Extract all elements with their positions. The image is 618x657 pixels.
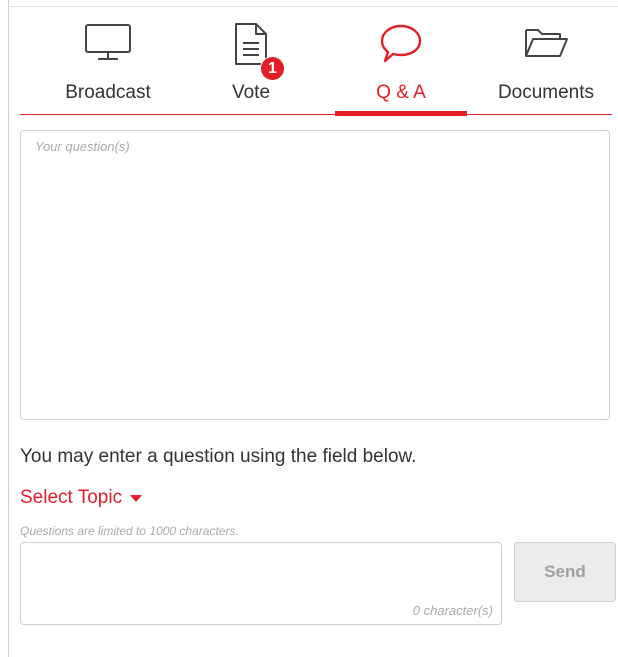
frame-left-border [8,0,9,657]
questions-list-placeholder: Your question(s) [35,139,130,154]
question-instructions: You may enter a question using the field… [20,446,417,467]
tab-vote[interactable]: 1 Vote [185,22,317,116]
speech-bubble-icon [335,22,467,70]
select-topic-dropdown[interactable]: Select Topic [20,487,143,509]
vote-notification-badge: 1 [260,56,285,81]
tab-bar: Broadcast 1 Vote Q & A Documents [20,22,612,118]
frame-top-border [8,6,618,7]
character-limit-note: Questions are limited to 1000 characters… [20,524,239,538]
tab-broadcast-label: Broadcast [65,82,151,103]
tab-documents[interactable]: Documents [480,22,612,116]
select-topic-label: Select Topic [20,487,123,508]
caret-down-icon [130,494,143,502]
folder-icon [480,22,612,70]
monitor-icon [42,22,174,70]
questions-list[interactable]: Your question(s) [20,130,610,420]
tab-vote-label: Vote [231,82,271,103]
question-input[interactable]: 0 character(s) [20,542,502,625]
document-icon [185,22,317,70]
tab-broadcast[interactable]: Broadcast [42,22,174,116]
tab-qa[interactable]: Q & A [335,22,467,116]
tab-bar-divider [20,114,612,115]
tab-qa-label: Q & A [376,82,426,103]
tab-documents-label: Documents [497,82,595,103]
send-button[interactable]: Send [514,542,616,602]
character-counter: 0 character(s) [412,603,493,618]
